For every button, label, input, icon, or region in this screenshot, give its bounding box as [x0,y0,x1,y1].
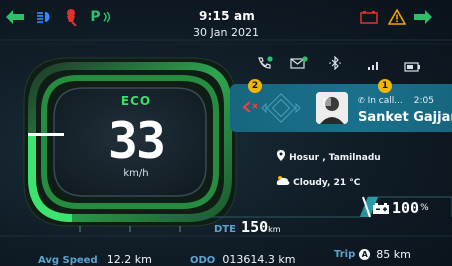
odometer-value: 013614.3 km [222,253,296,266]
side-stand-icon [62,8,80,26]
phone-battery-icon [404,57,422,72]
clock-date: 30 Jan 2021 [193,26,259,39]
trip-label: Trip [334,249,356,260]
cloudy-icon [276,176,290,185]
speed-unit: km/h [123,168,149,179]
trip-stat: Trip A 85 km [334,248,411,261]
hazard-warning-icon [388,8,406,26]
call-phone-icon: ✆ [358,96,365,105]
location-pin-icon [277,150,285,161]
reject-call-icon[interactable] [240,99,258,115]
left-turn-icon [6,8,24,26]
nav-pad-icon[interactable] [258,90,304,126]
odometer-stat: ODO 013614.3 km [190,248,295,266]
bluetooth-icon [328,55,342,71]
weather-row: Cloudy, 21 °C [276,175,360,188]
parking-label: P [90,9,101,25]
callout-badge-1: 1 [378,79,392,93]
call-status: In call... [367,96,403,106]
location-row: Hosur , Tamilnadu [276,150,381,163]
parking-icon: P [88,8,114,26]
avg-speed-label: Avg Speed [38,255,98,266]
message-icon [290,55,308,69]
range-label: DTE [214,224,236,235]
location-text: Hosur , Tamilnadu [289,153,381,163]
phone-icon [256,55,274,69]
speed-value: 33 [107,112,166,170]
avatar [316,92,348,124]
call-status-line: ✆ In call... 2:05 [358,96,434,106]
trip-badge: A [359,249,371,260]
call-duration: 2:05 [413,96,434,106]
caller-name: Sanket Gajjar [358,110,452,125]
vehicle-battery-icon [373,202,389,214]
clock-time: 9:15 am [198,9,256,23]
headlight-icon [36,8,54,26]
ride-mode: ECO [120,94,152,108]
right-turn-icon [414,8,432,26]
avg-speed-value: 12.2 km [106,253,152,266]
odometer-label: ODO [190,255,216,266]
battery-percent-unit: % [420,203,429,213]
avg-speed-stat: Avg Speed 12.2 km [38,248,152,266]
battery-percent-value: 100 [392,199,420,217]
battery-warning-icon [360,8,378,26]
range-value: 150 [241,218,269,236]
range-unit: km [268,225,281,234]
weather-text: Cloudy, 21 °C [293,178,361,188]
vehicle-battery: 100% [372,199,429,217]
range-readout: DTE 150km [214,217,281,236]
dashboard: P 9:15 am 30 Jan 2021 ECO 33 km/h 2 1 ✆ … [0,0,452,266]
trip-value: 85 km [376,248,411,261]
signal-icon [366,56,382,70]
